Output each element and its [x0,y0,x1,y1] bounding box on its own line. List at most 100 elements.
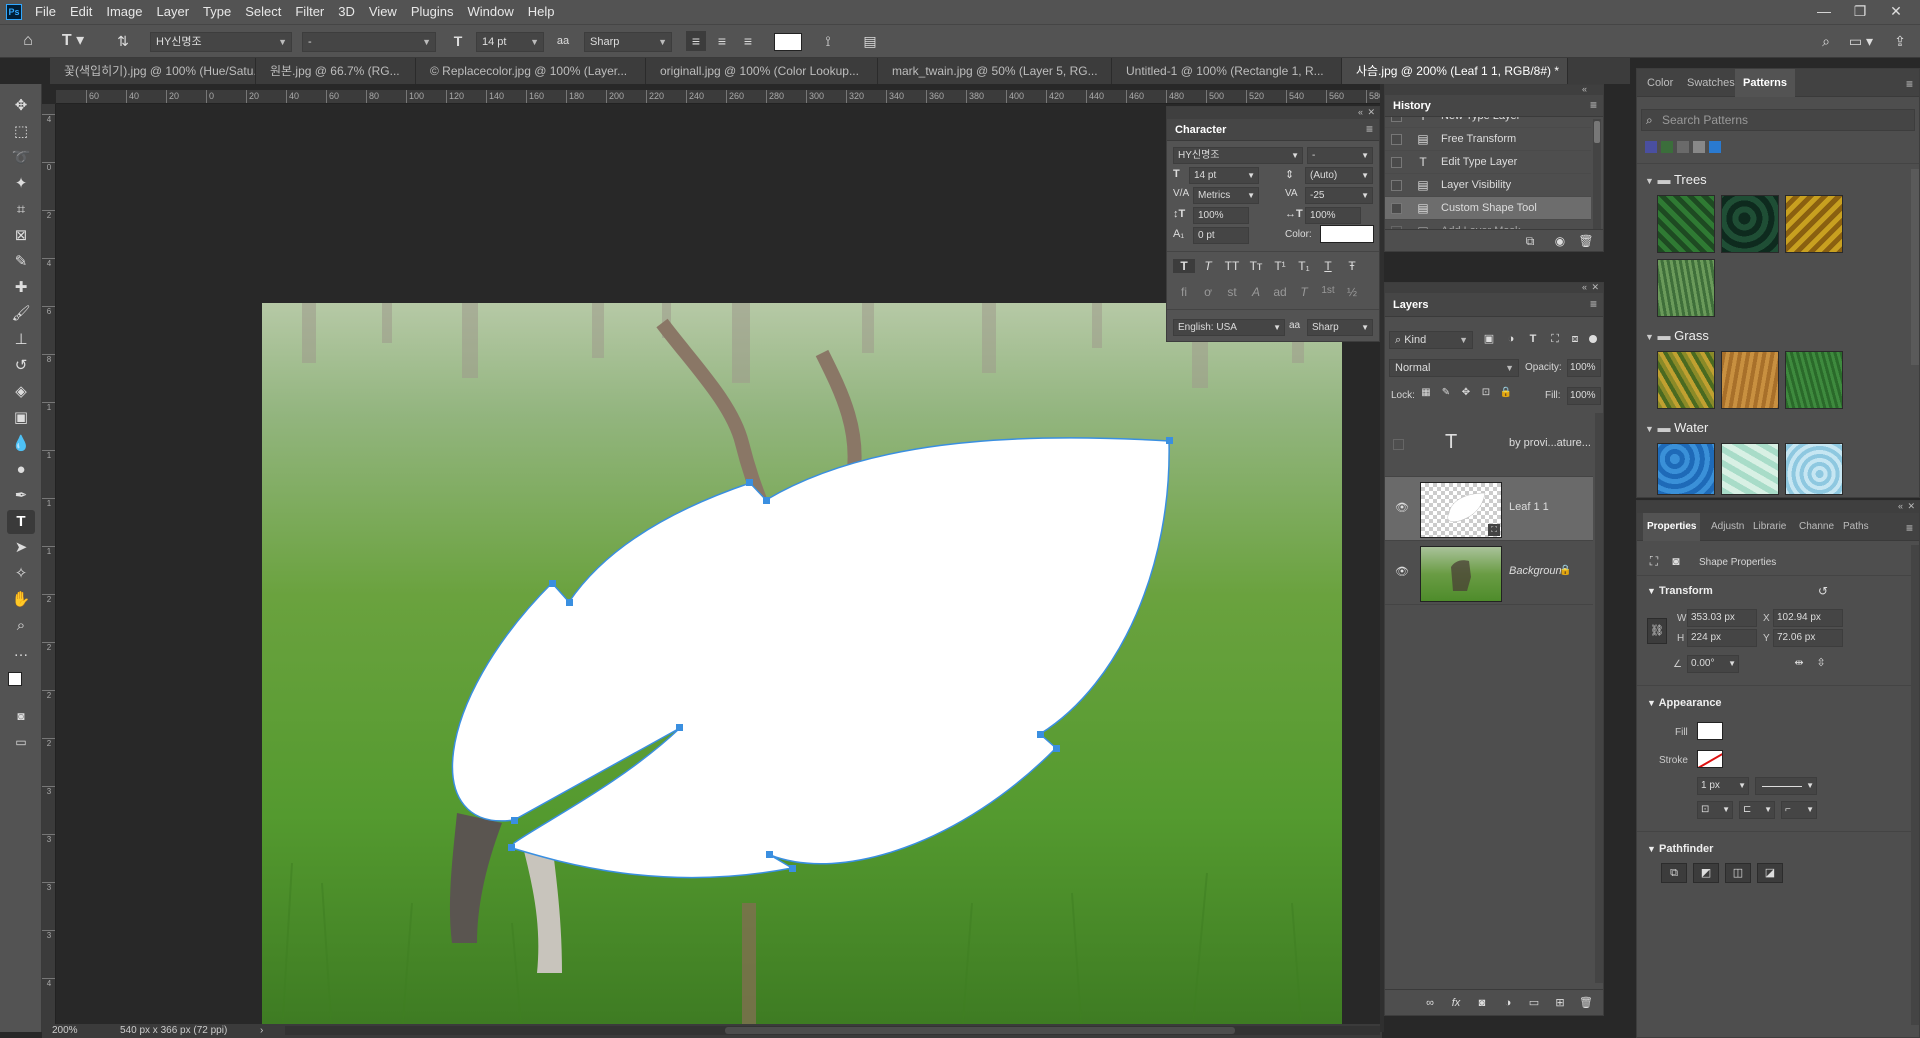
screen-mode-icon[interactable]: ▭ [7,730,35,754]
lock-position-icon[interactable]: ✥ [1459,383,1473,403]
stroke-corners-select[interactable]: ⌐ ▼ [1781,801,1817,819]
layer-name[interactable]: by provi...ature... [1509,437,1591,449]
panel-menu-icon[interactable]: ≡ [1590,98,1597,112]
layer-row-selected[interactable]: 👁 ⛶ Leaf 1 1 [1385,477,1593,541]
char-language-select[interactable]: English: USA ▼ [1173,319,1285,336]
snapshot-camera-icon[interactable]: ◉ [1551,231,1569,251]
zoom-level[interactable]: 200% [52,1024,78,1038]
menu-select[interactable]: Select [238,0,288,24]
patterns-scrollbar[interactable] [1911,169,1919,365]
layer-row-background[interactable]: 👁 Background 🔒 [1385,541,1593,605]
angle-field[interactable]: 0.00° ▼ [1687,655,1739,673]
move-tool-icon[interactable]: ✥ [7,94,35,118]
magic-wand-tool-icon[interactable]: ✦ [7,172,35,196]
subscript-button[interactable]: T₁ [1293,259,1315,273]
pattern-swatch[interactable] [1657,443,1715,495]
x-position-field[interactable]: 102.94 px [1773,609,1843,627]
align-right-icon[interactable]: ≡ [738,31,758,51]
folder-grass[interactable]: ▼ ▬ Grass [1645,325,1709,347]
width-field[interactable]: 353.03 px [1687,609,1757,627]
appearance-section-title[interactable]: ▼ Appearance [1647,697,1722,709]
height-field[interactable]: 224 px [1687,629,1757,647]
clone-stamp-tool-icon[interactable]: ⊥ [7,328,35,352]
tab-adjustments[interactable]: Adjustn [1711,513,1744,541]
char-kerning-select[interactable]: Metrics ▼ [1193,187,1259,204]
pattern-swatch[interactable] [1785,351,1843,409]
char-antialias-select[interactable]: Sharp ▼ [1307,319,1373,336]
char-vscale-field[interactable]: 100% [1193,207,1249,224]
align-left-icon[interactable]: ≡ [686,31,706,51]
layers-scrollbar[interactable] [1595,413,1603,983]
link-dimensions-icon[interactable]: ⛓ [1647,618,1667,644]
ligature-button[interactable]: fi [1173,285,1195,299]
layers-panel-title[interactable]: Layers [1393,299,1428,311]
history-panel-title[interactable]: History [1393,100,1431,112]
tab-document-active[interactable]: 사슴.jpg @ 200% (Leaf 1 1, RGB/8#) *✕ [1342,58,1568,84]
flip-horizontal-icon[interactable]: ⇹ [1791,653,1807,673]
minimize-icon[interactable]: — [1806,0,1842,24]
layer-filter-kind-select[interactable]: ⌕ Kind ▼ [1389,331,1473,349]
share-icon[interactable]: ⇪ [1890,31,1910,51]
text-color-swatch[interactable] [774,33,802,51]
stroke-type-select[interactable]: ▼ [1755,777,1817,795]
exclude-overlap-icon[interactable]: ◪ [1757,863,1783,883]
new-document-from-state-icon[interactable]: ⧉ [1521,231,1539,251]
path-selection-tool-icon[interactable]: ➤ [7,536,35,560]
align-center-icon[interactable]: ≡ [712,31,732,51]
stylistic-alternates-button[interactable]: ad [1269,285,1291,299]
toggle-orientation-icon[interactable]: ⇅ [112,31,134,51]
hand-tool-icon[interactable]: ✋ [7,588,35,612]
stroke-caps-select[interactable]: ⊏ ▼ [1739,801,1775,819]
fill-field[interactable]: 100% [1567,387,1601,405]
menu-layer[interactable]: Layer [150,0,197,24]
pattern-swatch[interactable] [1721,351,1779,409]
folder-trees[interactable]: ▼ ▬ Trees [1645,169,1707,191]
visibility-toggle[interactable] [1393,439,1404,450]
font-size-select[interactable]: 14 pt ▼ [476,32,544,52]
discretionary-ligature-button[interactable]: st [1221,285,1243,299]
history-brush-tool-icon[interactable]: ↺ [7,354,35,378]
layer-row-text[interactable]: T by provi...ature... [1385,413,1593,477]
char-font-family-select[interactable]: HY신명조 ▼ [1173,147,1303,164]
recent-pattern-swatch[interactable] [1709,141,1721,153]
close-icon[interactable]: ✕ [1878,0,1914,24]
unite-shapes-icon[interactable]: ⧉ [1661,863,1687,883]
transform-section-title[interactable]: ▼ Transform [1647,585,1713,597]
filter-adjustment-icon[interactable]: ◑ [1503,329,1519,349]
ordinals-button[interactable]: 1st [1317,285,1339,296]
crop-tool-icon[interactable]: ⌗ [7,198,35,222]
menu-3d[interactable]: 3D [331,0,362,24]
fill-color-swatch[interactable] [1697,722,1723,740]
mask-properties-icon[interactable]: ◙ [1667,551,1685,571]
brush-tool-icon[interactable]: 🖌 [7,302,35,326]
character-panel-titlebar[interactable]: « ✕ [1167,107,1379,119]
tab-paths[interactable]: Paths [1843,513,1869,541]
char-color-swatch[interactable] [1320,225,1374,243]
pattern-swatch[interactable] [1657,351,1715,409]
toggle-panels-icon[interactable]: ▤ [860,31,880,51]
menu-image[interactable]: Image [99,0,149,24]
collapse-icon[interactable]: « [1898,501,1903,511]
horizontal-scrollbar[interactable] [285,1026,1380,1035]
pattern-swatch[interactable] [1657,195,1715,253]
char-leading-select[interactable]: (Auto) ▼ [1305,167,1373,184]
flip-vertical-icon[interactable]: ⇳ [1813,653,1829,673]
zoom-tool-icon[interactable]: ⌕ [7,614,35,638]
menu-filter[interactable]: Filter [288,0,331,24]
tab-patterns[interactable]: Patterns [1735,69,1796,97]
delete-state-icon[interactable]: 🗑 [1577,231,1595,251]
blur-tool-icon[interactable]: 💧 [7,432,35,456]
eye-icon[interactable]: 👁 [1395,565,1409,578]
superscript-button[interactable]: T¹ [1269,259,1291,273]
search-icon[interactable]: ⌕ [1816,31,1836,51]
home-icon[interactable]: ⌂ [14,31,42,51]
swash-button[interactable]: A [1245,285,1267,299]
new-group-icon[interactable]: ▭ [1525,993,1543,1013]
character-panel-title[interactable]: Character [1175,124,1226,136]
custom-shape-tool-icon[interactable]: ✧ [7,562,35,586]
history-item[interactable]: TNew Type Layer [1385,117,1591,128]
menu-help[interactable]: Help [521,0,562,24]
history-item[interactable]: T Edit Type Layer [1385,151,1591,174]
recent-pattern-swatch[interactable] [1645,141,1657,153]
menu-type[interactable]: Type [196,0,238,24]
